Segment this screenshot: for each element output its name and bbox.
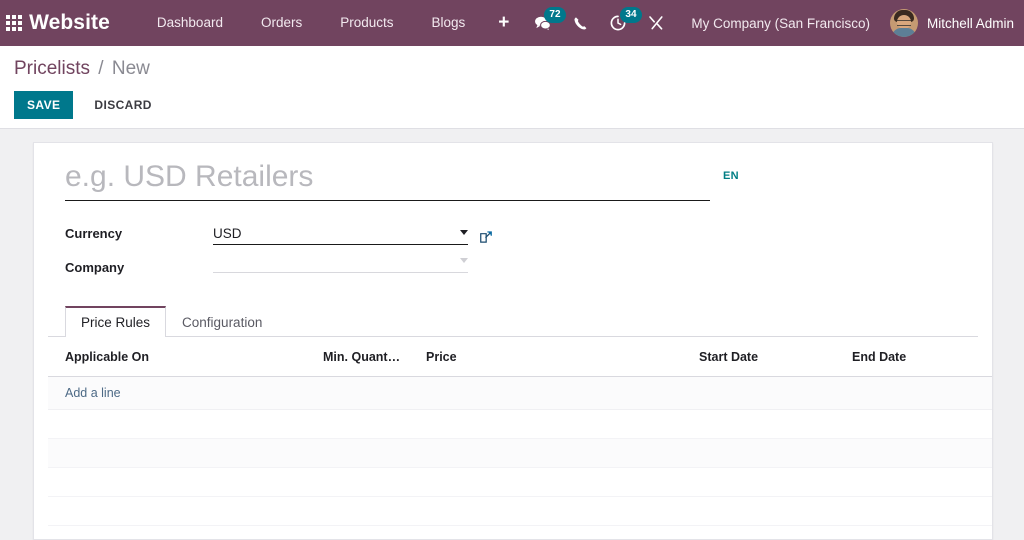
- pricelist-name-field: [65, 159, 710, 201]
- field-row-currency: Currency USD: [65, 223, 978, 251]
- menu-item-products[interactable]: Products: [321, 0, 412, 46]
- table-filler-row: [48, 409, 992, 439]
- company-value[interactable]: [213, 251, 454, 272]
- menu-item-blogs[interactable]: Blogs: [413, 0, 485, 46]
- apps-menu-button[interactable]: [0, 0, 27, 46]
- notebook-tabs: Price Rules Configuration: [48, 305, 978, 337]
- user-name-label: Mitchell Admin: [926, 15, 1014, 31]
- chevron-down-icon[interactable]: [460, 258, 468, 263]
- add-a-line-row[interactable]: Add a line: [48, 376, 992, 410]
- add-a-line-link[interactable]: Add a line: [65, 386, 121, 400]
- field-row-company: Company: [65, 251, 978, 279]
- record-title-row: EN: [48, 159, 978, 201]
- breadcrumb: Pricelists / New: [14, 57, 1024, 81]
- column-header-applicable-on[interactable]: Applicable On: [48, 337, 319, 377]
- user-avatar: [889, 9, 918, 37]
- currency-internal-link-button[interactable]: [479, 230, 493, 244]
- phone-icon: [574, 16, 587, 29]
- currency-field[interactable]: USD: [213, 223, 468, 245]
- field-group: Currency USD Company: [48, 201, 978, 279]
- tab-configuration[interactable]: Configuration: [166, 306, 278, 337]
- user-menu[interactable]: Mitchell Admin: [884, 9, 1014, 37]
- main-menu: Dashboard Orders Products Blogs +: [138, 0, 523, 46]
- table-filler-row: [48, 438, 992, 468]
- discard-button[interactable]: DISCARD: [82, 91, 163, 119]
- new-content-plus-button[interactable]: +: [484, 0, 523, 46]
- top-navbar: Website Dashboard Orders Products Blogs …: [0, 0, 1024, 46]
- column-header-price[interactable]: Price: [422, 337, 695, 377]
- apps-grid-icon: [5, 15, 22, 31]
- record-action-buttons: SAVE DISCARD: [14, 91, 1024, 119]
- messages-button[interactable]: 72: [523, 0, 566, 46]
- column-header-start-date[interactable]: Start Date: [695, 337, 848, 377]
- column-header-min-quantity[interactable]: Min. Quant…: [319, 337, 422, 377]
- breadcrumb-current-new: New: [111, 58, 150, 79]
- company-label: Company: [65, 260, 125, 275]
- developer-tools-button[interactable]: [637, 0, 675, 46]
- menu-item-orders[interactable]: Orders: [242, 0, 321, 46]
- menu-item-dashboard[interactable]: Dashboard: [138, 0, 242, 46]
- currency-value[interactable]: USD: [213, 223, 454, 244]
- language-badge[interactable]: EN: [723, 170, 739, 182]
- table-filler-row: [48, 467, 992, 497]
- app-brand-website[interactable]: Website: [27, 11, 116, 35]
- table-body: Add a line: [48, 376, 992, 526]
- notebook: Price Rules Configuration Applicable On …: [48, 305, 992, 526]
- price-rules-table: Applicable On Min. Quant… Price Start Da…: [48, 337, 992, 526]
- column-header-end-date[interactable]: End Date: [848, 337, 992, 377]
- currency-label: Currency: [65, 226, 123, 241]
- add-a-line-cell: Add a line: [48, 376, 992, 410]
- form-view-background: EN Currency USD Com: [0, 129, 1024, 540]
- breadcrumb-separator: /: [98, 58, 104, 79]
- pricelist-name-input[interactable]: [65, 159, 710, 195]
- activities-button[interactable]: 34: [599, 0, 642, 46]
- form-sheet: EN Currency USD Com: [33, 142, 993, 540]
- systray: 72 34 My Company (San Francisco) Mitchel…: [523, 0, 1014, 46]
- tab-price-rules[interactable]: Price Rules: [65, 306, 167, 337]
- company-field[interactable]: [213, 251, 468, 273]
- breadcrumb-pricelists[interactable]: Pricelists: [14, 58, 90, 79]
- chevron-down-icon[interactable]: [460, 230, 468, 235]
- control-panel: Pricelists / New SAVE DISCARD: [0, 46, 1024, 129]
- wrench-screwdriver-icon: [649, 16, 663, 30]
- table-filler-row: [48, 496, 992, 526]
- voip-phone-button[interactable]: [562, 0, 599, 46]
- table-header-row: Applicable On Min. Quant… Price Start Da…: [48, 337, 992, 377]
- external-link-icon: [480, 231, 492, 243]
- company-switcher[interactable]: My Company (San Francisco): [675, 16, 884, 31]
- save-button[interactable]: SAVE: [14, 91, 74, 119]
